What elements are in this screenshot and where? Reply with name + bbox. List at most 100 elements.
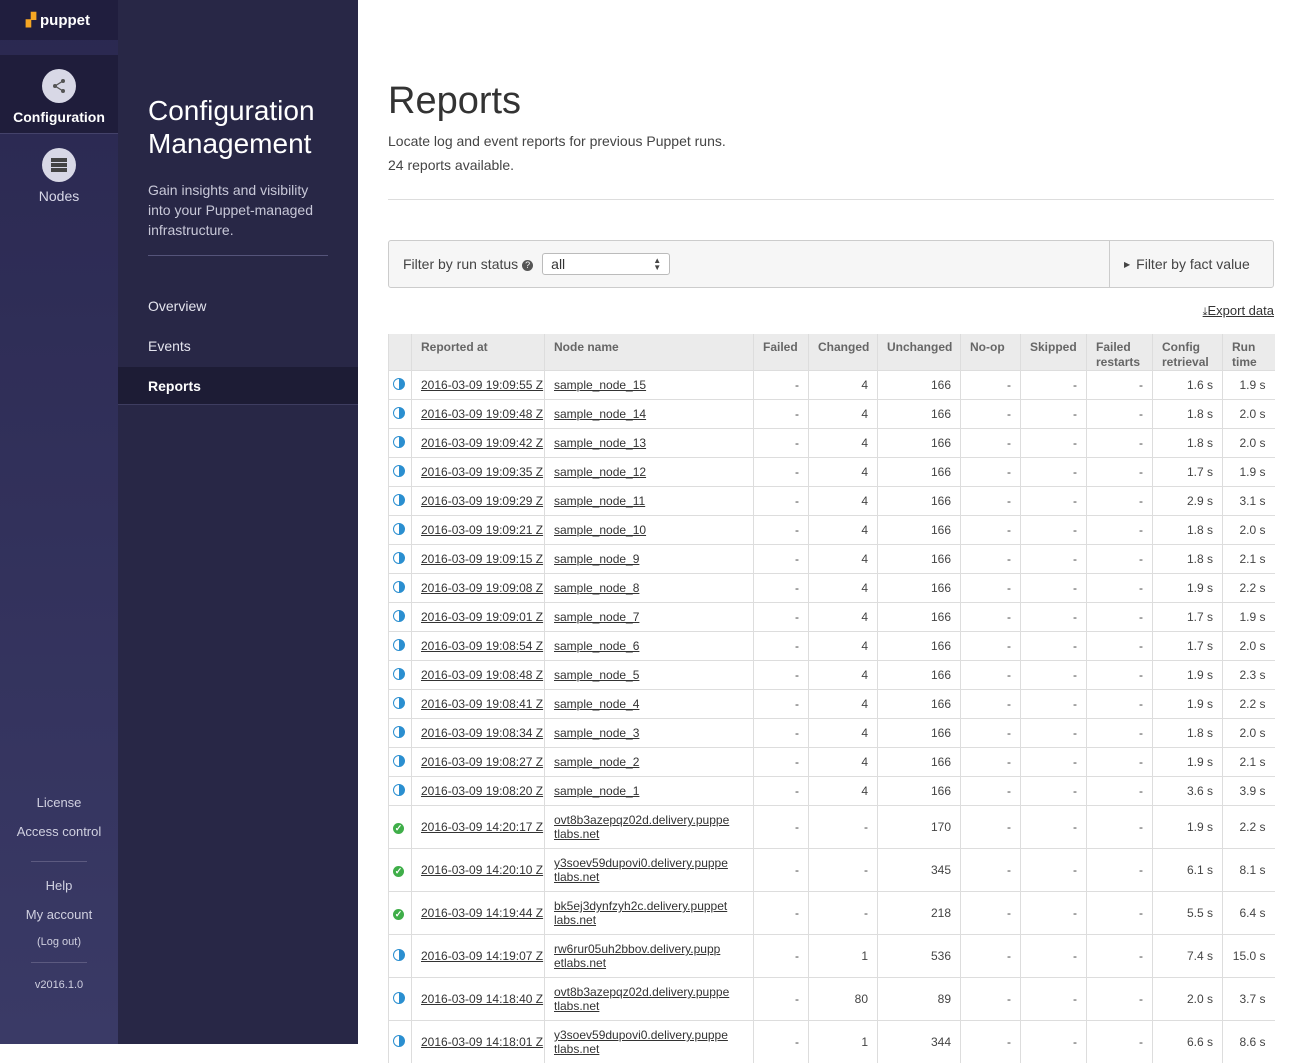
run-status-select[interactable]: all ▲▼ — [542, 253, 670, 275]
metric-cell: - — [1087, 719, 1153, 748]
col-run-time[interactable]: Run time — [1223, 334, 1275, 371]
page-subtitle: Locate log and event reports for previou… — [388, 133, 726, 149]
report-link[interactable]: 2016-03-09 19:08:34 Z — [421, 726, 543, 740]
node-link[interactable]: sample_node_9 — [554, 552, 639, 566]
nav-events[interactable]: Events — [118, 327, 358, 365]
col-node-name[interactable]: Node name — [545, 334, 754, 371]
col-unchanged[interactable]: Unchanged — [878, 334, 961, 371]
node-link[interactable]: sample_node_2 — [554, 755, 639, 769]
access-control-link[interactable]: Access control — [0, 824, 118, 839]
report-link[interactable]: 2016-03-09 19:08:48 Z — [421, 668, 543, 682]
status-cell — [389, 516, 412, 545]
metric-cell: - — [754, 1021, 809, 1063]
report-link[interactable]: 2016-03-09 19:09:42 Z — [421, 436, 543, 450]
node-link[interactable]: ovt8b3azepqz02d.delivery.puppe tlabs.net — [554, 985, 729, 1013]
col-noop[interactable]: No-op — [961, 334, 1021, 371]
metric-cell: - — [754, 429, 809, 458]
report-link[interactable]: 2016-03-09 14:19:44 Z — [421, 906, 543, 920]
metric-cell: - — [754, 632, 809, 661]
table-row: 2016-03-09 19:09:08 Zsample_node_8-4166-… — [389, 574, 1275, 603]
node-link[interactable]: rw6rur05uh2bbov.delivery.pupp etlabs.net — [554, 942, 720, 970]
table-row: 2016-03-09 19:09:42 Zsample_node_13-4166… — [389, 429, 1275, 458]
report-link[interactable]: 2016-03-09 19:09:21 Z — [421, 523, 543, 537]
report-link[interactable]: 2016-03-09 19:09:08 Z — [421, 581, 543, 595]
help-icon[interactable]: ? — [522, 260, 533, 271]
metric-cell: 5.5 s — [1153, 892, 1223, 935]
section-title-line: Configuration — [148, 95, 315, 126]
node-link[interactable]: ovt8b3azepqz02d.delivery.puppe tlabs.net — [554, 813, 729, 841]
rail-item-nodes[interactable]: Nodes — [0, 134, 118, 212]
nav-overview[interactable]: Overview — [118, 287, 358, 325]
node-link[interactable]: y3soev59dupovi0.delivery.puppe tlabs.net — [554, 1028, 728, 1056]
select-arrows-icon: ▲▼ — [653, 257, 661, 271]
report-link[interactable]: 2016-03-09 19:08:41 Z — [421, 697, 543, 711]
metric-cell: 3.6 s — [1153, 777, 1223, 806]
export-data-link[interactable]: ⤓Export data — [1203, 303, 1274, 319]
col-failed-restarts[interactable]: Failed restarts — [1087, 334, 1153, 371]
col-skipped[interactable]: Skipped — [1021, 334, 1087, 371]
node-link[interactable]: sample_node_13 — [554, 436, 646, 450]
my-account-link[interactable]: My account — [0, 907, 118, 922]
node-link[interactable]: sample_node_4 — [554, 697, 639, 711]
metric-cell: - — [754, 661, 809, 690]
nav-reports[interactable]: Reports — [118, 367, 358, 405]
col-config-retrieval[interactable]: Config retrieval — [1153, 334, 1223, 371]
metric-cell: - — [961, 849, 1021, 892]
col-reported-at[interactable]: Reported at — [412, 334, 545, 371]
report-link[interactable]: 2016-03-09 19:09:35 Z — [421, 465, 543, 479]
metric-cell: - — [1021, 777, 1087, 806]
table-row: ✓2016-03-09 14:20:17 Zovt8b3azepqz02d.de… — [389, 806, 1275, 849]
col-failed[interactable]: Failed — [754, 334, 809, 371]
node-link[interactable]: sample_node_12 — [554, 465, 646, 479]
node-link[interactable]: sample_node_7 — [554, 610, 639, 624]
node-link[interactable]: bk5ej3dynfzyh2c.delivery.puppet labs.net — [554, 899, 727, 927]
status-changed-icon — [393, 581, 405, 593]
node-link[interactable]: sample_node_5 — [554, 668, 639, 682]
reported-at-cell: 2016-03-09 19:08:27 Z — [412, 748, 545, 777]
node-link[interactable]: y3soev59dupovi0.delivery.puppe tlabs.net — [554, 856, 728, 884]
metric-cell: - — [1087, 632, 1153, 661]
report-link[interactable]: 2016-03-09 14:19:07 Z — [421, 949, 543, 963]
header-divider — [388, 199, 1274, 200]
report-link[interactable]: 2016-03-09 19:08:20 Z — [421, 784, 543, 798]
metric-cell: 4 — [809, 545, 878, 574]
report-link[interactable]: 2016-03-09 14:20:17 Z — [421, 820, 543, 834]
report-link[interactable]: 2016-03-09 14:18:40 Z — [421, 992, 543, 1006]
node-link[interactable]: sample_node_6 — [554, 639, 639, 653]
metric-cell: - — [1021, 892, 1087, 935]
status-cell — [389, 1021, 412, 1063]
report-link[interactable]: 2016-03-09 19:08:27 Z — [421, 755, 543, 769]
fact-filter-toggle[interactable]: ▶Filter by fact value — [1109, 241, 1273, 287]
rail-item-configuration[interactable]: Configuration — [0, 55, 118, 134]
metric-cell: 1.9 s — [1153, 806, 1223, 849]
node-link[interactable]: sample_node_8 — [554, 581, 639, 595]
report-link[interactable]: 2016-03-09 19:09:55 Z — [421, 378, 543, 392]
metric-cell: - — [1021, 429, 1087, 458]
puppet-logo[interactable]: ▞puppet — [0, 0, 118, 40]
node-link[interactable]: sample_node_10 — [554, 523, 646, 537]
report-link[interactable]: 2016-03-09 19:09:29 Z — [421, 494, 543, 508]
node-name-cell: sample_node_14 — [545, 400, 754, 429]
logout-link[interactable]: (Log out) — [0, 936, 118, 948]
status-cell — [389, 371, 412, 400]
node-link[interactable]: sample_node_1 — [554, 784, 639, 798]
metric-cell: - — [754, 719, 809, 748]
col-changed[interactable]: Changed — [809, 334, 878, 371]
status-cell — [389, 429, 412, 458]
help-link[interactable]: Help — [0, 878, 118, 893]
node-link[interactable]: sample_node_11 — [554, 494, 645, 508]
report-link[interactable]: 2016-03-09 14:18:01 Z — [421, 1035, 543, 1049]
metric-cell: - — [1021, 400, 1087, 429]
node-link[interactable]: sample_node_15 — [554, 378, 646, 392]
metric-cell: - — [961, 978, 1021, 1021]
reported-at-cell: 2016-03-09 19:09:35 Z — [412, 458, 545, 487]
report-link[interactable]: 2016-03-09 14:20:10 Z — [421, 863, 543, 877]
node-link[interactable]: sample_node_14 — [554, 407, 646, 421]
report-link[interactable]: 2016-03-09 19:09:15 Z — [421, 552, 543, 566]
report-link[interactable]: 2016-03-09 19:08:54 Z — [421, 639, 543, 653]
node-link[interactable]: sample_node_3 — [554, 726, 639, 740]
license-link[interactable]: License — [0, 795, 118, 810]
report-link[interactable]: 2016-03-09 19:09:48 Z — [421, 407, 543, 421]
metric-cell: - — [961, 806, 1021, 849]
report-link[interactable]: 2016-03-09 19:09:01 Z — [421, 610, 543, 624]
